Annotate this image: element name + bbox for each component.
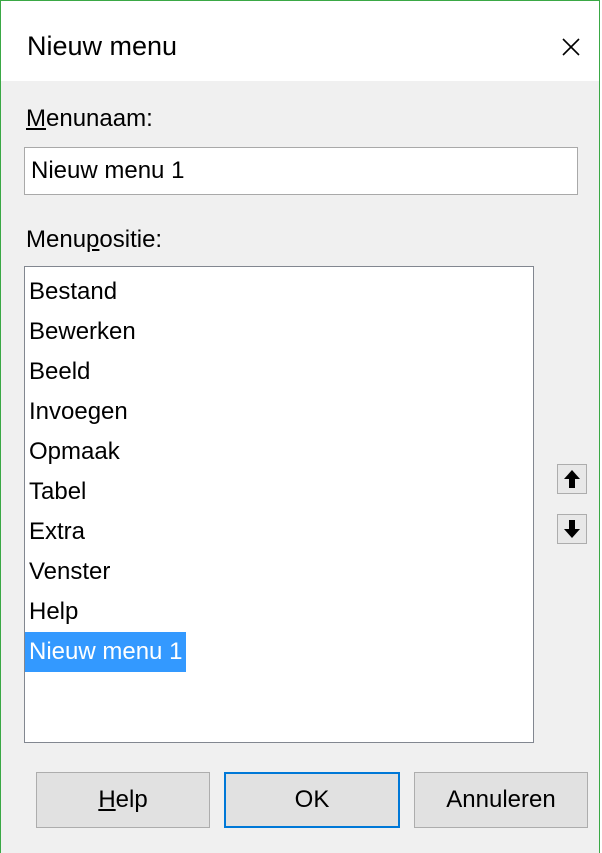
list-item-label: Extra bbox=[29, 518, 86, 545]
list-item[interactable]: Opmaak bbox=[25, 432, 533, 472]
list-item-label: Bestand bbox=[29, 278, 118, 305]
dialog-title: Nieuw menu bbox=[27, 31, 178, 61]
help-button-mnemonic: H bbox=[98, 786, 116, 813]
menu-name-label: Menunaam: bbox=[26, 105, 153, 133]
menu-position-label: Menupositie: bbox=[26, 226, 162, 254]
list-item[interactable]: Extra bbox=[25, 512, 533, 552]
arrow-up-icon bbox=[564, 470, 580, 488]
list-item-label: Help bbox=[29, 598, 79, 625]
list-item-label: Tabel bbox=[29, 478, 87, 505]
close-icon bbox=[562, 38, 580, 56]
list-item-selected[interactable]: Nieuw menu 1 bbox=[25, 632, 533, 672]
list-item-label: Venster bbox=[29, 558, 111, 585]
menu-position-list[interactable]: Bestand Bewerken Beeld Invoegen Opmaak T… bbox=[24, 266, 534, 743]
cancel-button-label: Annuleren bbox=[446, 786, 556, 813]
list-item-label: Nieuw menu 1 bbox=[25, 632, 187, 672]
list-item-label: Opmaak bbox=[29, 438, 120, 465]
arrow-down-icon bbox=[564, 520, 580, 538]
new-menu-dialog: Nieuw menu Menunaam: Menupositie: Bestan… bbox=[0, 0, 600, 853]
move-down-button[interactable] bbox=[557, 514, 587, 544]
list-item[interactable]: Beeld bbox=[25, 352, 533, 392]
close-button[interactable] bbox=[551, 27, 591, 67]
menu-position-label-text-2: ositie: bbox=[99, 226, 163, 253]
cancel-button[interactable]: Annuleren bbox=[414, 772, 588, 828]
list-item[interactable]: Venster bbox=[25, 552, 533, 592]
menu-name-input[interactable] bbox=[24, 147, 578, 195]
move-up-button[interactable] bbox=[557, 464, 587, 494]
menu-position-label-mnemonic: p bbox=[86, 226, 100, 253]
list-item[interactable]: Bestand bbox=[25, 272, 533, 312]
list-item-label: Invoegen bbox=[29, 398, 128, 425]
menu-name-label-text: enunaam: bbox=[46, 105, 153, 132]
help-button[interactable]: Help bbox=[36, 772, 210, 828]
list-item[interactable]: Tabel bbox=[25, 472, 533, 512]
menu-position-label-text-1: Menu bbox=[26, 226, 87, 253]
list-item[interactable]: Invoegen bbox=[25, 392, 533, 432]
ok-button-label: OK bbox=[294, 786, 330, 813]
menu-name-label-mnemonic: M bbox=[26, 105, 46, 132]
list-item[interactable]: Help bbox=[25, 592, 533, 632]
list-item-label: Beeld bbox=[29, 358, 91, 385]
help-button-label: elp bbox=[115, 786, 148, 813]
ok-button[interactable]: OK bbox=[224, 772, 400, 828]
list-item-label: Bewerken bbox=[29, 318, 136, 345]
list-item[interactable]: Bewerken bbox=[25, 312, 533, 352]
title-bar: Nieuw menu bbox=[1, 1, 599, 81]
